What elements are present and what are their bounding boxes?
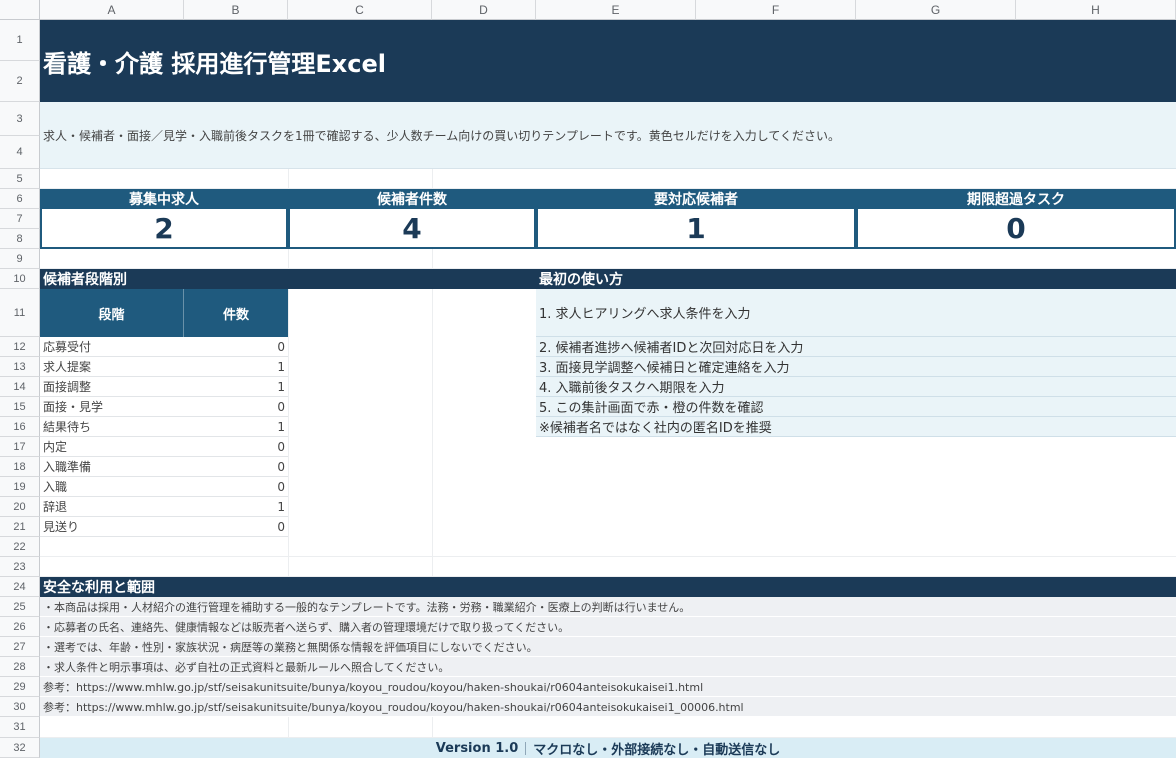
kpi-label-action-needed[interactable]: 要対応候補者 bbox=[536, 189, 856, 209]
page-title[interactable]: 看護・介護 採用進行管理Excel bbox=[40, 20, 1176, 102]
stage-name[interactable]: 結果待ち bbox=[40, 417, 184, 437]
row-header[interactable]: 13 bbox=[0, 357, 40, 377]
howto-step[interactable]: 5. この集計画面で赤・橙の件数を確認 bbox=[536, 397, 1176, 417]
stage-count[interactable]: 1 bbox=[184, 497, 288, 517]
row-header[interactable]: 4 bbox=[0, 136, 40, 169]
page-description[interactable]: 求人・候補者・面接／見学・入職前後タスクを1冊で確認する、少人数チーム向けの買い… bbox=[40, 102, 1176, 169]
row-header[interactable]: 3 bbox=[0, 102, 40, 136]
column-header-h[interactable]: H bbox=[1016, 0, 1176, 20]
gridline bbox=[40, 556, 1176, 557]
stage-name[interactable]: 入職準備 bbox=[40, 457, 184, 477]
stage-name[interactable]: 応募受付 bbox=[40, 337, 184, 357]
safety-note[interactable]: ・選考では、年齢・性別・家族状況・病歴等の業務と無関係な情報を評価項目にしないで… bbox=[40, 637, 1176, 657]
stage-name[interactable]: 面接・見学 bbox=[40, 397, 184, 417]
column-header-e[interactable]: E bbox=[536, 0, 696, 20]
column-header-a[interactable]: A bbox=[40, 0, 184, 20]
row-header[interactable]: 24 bbox=[0, 577, 40, 597]
row-header[interactable]: 30 bbox=[0, 697, 40, 717]
row-header[interactable]: 6 bbox=[0, 189, 40, 209]
row-header[interactable]: 31 bbox=[0, 717, 40, 738]
howto-step[interactable]: 3. 面接見学調整へ候補日と確定連絡を入力 bbox=[536, 357, 1176, 377]
kpi-value-overdue-tasks[interactable]: 0 bbox=[856, 209, 1176, 249]
stage-name[interactable]: 面接調整 bbox=[40, 377, 184, 397]
howto-section-title[interactable]: 最初の使い方 bbox=[536, 269, 1176, 289]
stage-column-header[interactable]: 段階 bbox=[40, 289, 184, 337]
kpi-label-overdue-tasks[interactable]: 期限超過タスク bbox=[856, 189, 1176, 209]
row-header[interactable]: 18 bbox=[0, 457, 40, 477]
row-header[interactable]: 15 bbox=[0, 397, 40, 417]
footer-version: Version 1.0 bbox=[435, 740, 519, 756]
stage-name[interactable]: 求人提案 bbox=[40, 357, 184, 377]
column-header-g[interactable]: G bbox=[856, 0, 1016, 20]
column-header-b[interactable]: B bbox=[184, 0, 288, 20]
row-header[interactable]: 32 bbox=[0, 738, 40, 758]
row-header[interactable]: 26 bbox=[0, 617, 40, 637]
reference-link[interactable]: 参考：https://www.mhlw.go.jp/stf/seisakunit… bbox=[40, 677, 1176, 697]
row-header[interactable]: 11 bbox=[0, 289, 40, 337]
howto-step[interactable]: 2. 候補者進捗へ候補者IDと次回対応日を入力 bbox=[536, 337, 1176, 357]
stage-name[interactable]: 辞退 bbox=[40, 497, 184, 517]
stage-count[interactable]: 1 bbox=[184, 377, 288, 397]
stage-name[interactable]: 入職 bbox=[40, 477, 184, 497]
column-header-c[interactable]: C bbox=[288, 0, 432, 20]
footer-divider bbox=[525, 741, 527, 755]
row-header[interactable]: 10 bbox=[0, 269, 40, 289]
row-header[interactable]: 2 bbox=[0, 61, 40, 102]
row-header[interactable]: 9 bbox=[0, 249, 40, 269]
row-header[interactable]: 29 bbox=[0, 677, 40, 697]
row-header[interactable]: 23 bbox=[0, 557, 40, 577]
howto-step[interactable]: 1. 求人ヒアリングへ求人条件を入力 bbox=[536, 289, 1176, 337]
stage-count[interactable]: 1 bbox=[184, 417, 288, 437]
row-header[interactable]: 16 bbox=[0, 417, 40, 437]
stage-name[interactable]: 内定 bbox=[40, 437, 184, 457]
select-all-corner[interactable] bbox=[0, 0, 40, 20]
stage-count[interactable]: 1 bbox=[184, 357, 288, 377]
row-header[interactable]: 20 bbox=[0, 497, 40, 517]
safety-note[interactable]: ・求人条件と明示事項は、必ず自社の正式資料と最新ルールへ照合してください。 bbox=[40, 657, 1176, 677]
kpi-value-action-needed[interactable]: 1 bbox=[536, 209, 856, 249]
count-column-header[interactable]: 件数 bbox=[184, 289, 288, 337]
row-header[interactable]: 25 bbox=[0, 597, 40, 617]
kpi-value-candidates[interactable]: 4 bbox=[288, 209, 536, 249]
kpi-value-open-jobs[interactable]: 2 bbox=[40, 209, 288, 249]
safety-note[interactable]: ・本商品は採用・人材紹介の進行管理を補助する一般的なテンプレートです。法務・労務… bbox=[40, 597, 1176, 617]
stages-section-title[interactable]: 候補者段階別 bbox=[40, 269, 536, 289]
kpi-label-open-jobs[interactable]: 募集中求人 bbox=[40, 189, 288, 209]
kpi-label-candidates[interactable]: 候補者件数 bbox=[288, 189, 536, 209]
stage-count[interactable]: 0 bbox=[184, 397, 288, 417]
footer-bar[interactable]: Version 1.0 マクロなし・外部接続なし・自動送信なし bbox=[40, 738, 1176, 758]
stage-count[interactable]: 0 bbox=[184, 517, 288, 537]
row-header[interactable]: 17 bbox=[0, 437, 40, 457]
stage-count[interactable]: 0 bbox=[184, 437, 288, 457]
row-header[interactable]: 21 bbox=[0, 517, 40, 537]
row-header[interactable]: 12 bbox=[0, 337, 40, 357]
column-header-f[interactable]: F bbox=[696, 0, 856, 20]
reference-link[interactable]: 参考：https://www.mhlw.go.jp/stf/seisakunit… bbox=[40, 697, 1176, 717]
row-header[interactable]: 22 bbox=[0, 537, 40, 557]
howto-step[interactable]: 4. 入職前後タスクへ期限を入力 bbox=[536, 377, 1176, 397]
stage-count[interactable]: 0 bbox=[184, 337, 288, 357]
stage-name[interactable]: 見送り bbox=[40, 517, 184, 537]
footer-tagline: マクロなし・外部接続なし・自動送信なし bbox=[533, 742, 781, 758]
column-header-d[interactable]: D bbox=[432, 0, 536, 20]
row-header[interactable]: 8 bbox=[0, 229, 40, 249]
row-header[interactable]: 1 bbox=[0, 20, 40, 61]
row-header[interactable]: 7 bbox=[0, 209, 40, 229]
safety-section-title[interactable]: 安全な利用と範囲 bbox=[40, 577, 1176, 597]
row-header[interactable]: 27 bbox=[0, 637, 40, 657]
stage-count[interactable]: 0 bbox=[184, 477, 288, 497]
row-header[interactable]: 5 bbox=[0, 169, 40, 189]
row-header[interactable]: 28 bbox=[0, 657, 40, 677]
row-header[interactable]: 19 bbox=[0, 477, 40, 497]
stage-count[interactable]: 0 bbox=[184, 457, 288, 477]
safety-note[interactable]: ・応募者の氏名、連絡先、健康情報などは販売者へ送らず、購入者の管理環境だけで取り… bbox=[40, 617, 1176, 637]
row-header[interactable]: 14 bbox=[0, 377, 40, 397]
howto-note[interactable]: ※候補者名ではなく社内の匿名IDを推奨 bbox=[536, 417, 1176, 437]
